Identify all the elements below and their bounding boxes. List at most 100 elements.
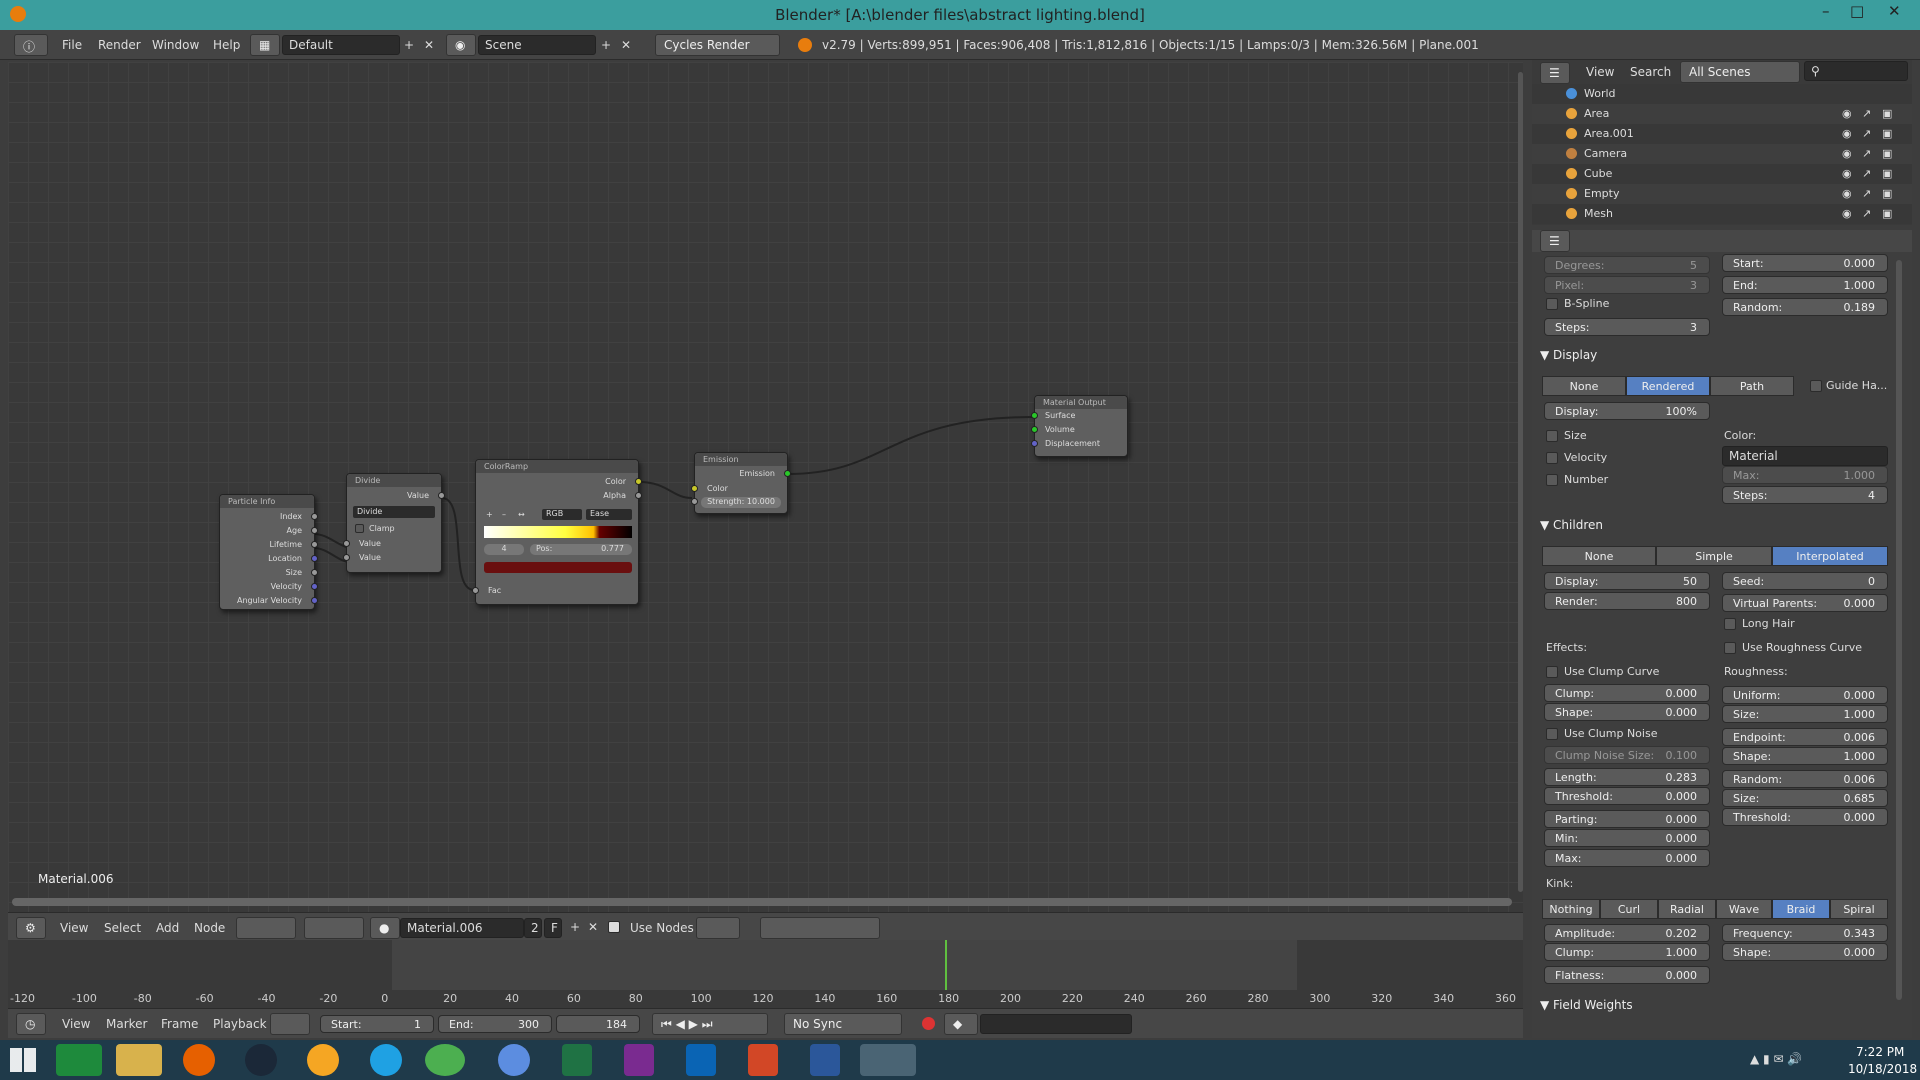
parting-min-field[interactable]: Min: 0.000 [1544,829,1710,847]
node-divide[interactable]: Divide Value Divide Clamp Value Value [343,473,445,573]
display-path-button[interactable]: Path [1710,376,1794,396]
roughness-random-size-field[interactable]: Size: 0.685 [1722,789,1888,807]
clump-noise-size-field[interactable]: Clump Noise Size: 0.100 [1544,746,1710,764]
cursor-icon[interactable]: ↗ [1862,127,1871,140]
length-field[interactable]: Length: 0.283 [1544,768,1710,786]
stop-index-field[interactable]: 4 [484,544,524,555]
store-icon[interactable] [56,1044,102,1076]
output-socket[interactable] [635,492,642,499]
size-checkbox[interactable] [1546,430,1558,442]
camera-render-icon[interactable]: ▣ [1882,187,1892,200]
input-socket[interactable] [472,587,479,594]
current-frame-field[interactable]: 184 [556,1015,640,1033]
node-material-output[interactable]: Material Output Surface Volume Displacem… [1031,395,1128,457]
cursor-icon[interactable]: ↗ [1862,207,1871,220]
menu-playback[interactable]: Playback [213,1017,267,1031]
input-socket[interactable] [691,498,698,505]
output-socket[interactable] [311,569,318,576]
flip-icon[interactable]: ↔ [518,510,525,519]
remove-layout-icon[interactable]: ✕ [424,38,434,52]
kink-nothing-button[interactable]: Nothing [1542,899,1600,919]
children-display-field[interactable]: Display: 50 [1544,572,1710,590]
menu-node[interactable]: Node [194,921,225,935]
frequency-field[interactable]: Frequency: 0.343 [1722,924,1888,942]
outliner-item[interactable]: Cube ◉ ↗ ▣ [1532,164,1912,184]
steps-field[interactable]: Steps: 3 [1544,318,1710,336]
use-clump-noise-checkbox[interactable] [1546,728,1558,740]
blender-taskbar-icon[interactable] [860,1044,916,1076]
half-life-icon[interactable] [307,1044,339,1076]
end-frame-field[interactable]: End: 300 [438,1015,552,1033]
shape-field[interactable]: Shape: 0.000 [1544,703,1710,721]
menu-frame[interactable]: Frame [161,1017,198,1031]
keying-set-select[interactable] [980,1014,1132,1034]
threshold-field[interactable]: Threshold: 0.000 [1544,787,1710,805]
eye-icon[interactable]: ◉ [1842,127,1852,140]
remove-scene-icon[interactable]: ✕ [621,38,631,52]
children-render-field[interactable]: Render: 800 [1544,592,1710,610]
onenote-icon[interactable] [624,1044,654,1076]
vertical-scrollbar[interactable] [1518,72,1523,892]
output-socket[interactable] [311,555,318,562]
add-scene-icon[interactable]: + [601,38,611,52]
add-material-icon[interactable]: + [570,920,580,934]
kink-spiral-button[interactable]: Spiral [1830,899,1888,919]
input-socket[interactable] [343,540,350,547]
velocity-checkbox[interactable] [1546,452,1558,464]
maximize-button[interactable]: □ [1850,2,1864,20]
editor-type-icon[interactable]: ⚙ [16,917,46,939]
display-percent-field[interactable]: Display: 100% [1544,402,1710,420]
kink-braid-button[interactable]: Braid [1772,899,1830,919]
roughness-size-field[interactable]: Size: 1.000 [1722,705,1888,723]
children-none-button[interactable]: None [1542,546,1656,566]
children-interpolated-button[interactable]: Interpolated [1772,546,1888,566]
editor-type-icon[interactable]: ◷ [16,1013,46,1035]
editor-type-icon[interactable]: ☰ [1540,230,1570,252]
display-steps-field[interactable]: Steps: 4 [1722,486,1888,504]
menu-view[interactable]: View [62,1017,90,1031]
minimize-button[interactable]: – [1822,2,1830,20]
timeline[interactable]: -120 -100 -80 -60 -40 -20 0 20 40 60 80 100 120 140 16… [8,940,1523,1010]
camera-render-icon[interactable]: ▣ [1882,147,1892,160]
menu-add[interactable]: Add [156,921,179,935]
kink-shape-field[interactable]: Shape: 0.000 [1722,943,1888,961]
node-editor[interactable]: Particle Info Index Age Lifetime Locatio… [8,62,1523,912]
sync-select[interactable]: No Sync [784,1013,902,1035]
menu-file[interactable]: File [62,38,82,52]
outlook-icon[interactable] [686,1044,716,1076]
max-field[interactable]: Max: 1.000 [1722,466,1888,484]
random-field[interactable]: Random: 0.189 [1722,298,1888,316]
close-button[interactable]: ✕ [1888,2,1901,20]
editor-type-icon[interactable]: ☰ [1540,62,1570,84]
output-socket[interactable] [635,478,642,485]
outliner-search-input[interactable]: ⚲ [1804,61,1908,81]
menu-help[interactable]: Help [213,38,240,52]
output-socket[interactable] [311,597,318,604]
use-roughness-curve-checkbox[interactable] [1724,642,1736,654]
display-section-title[interactable]: ▼ Display [1540,348,1597,362]
preview-range-icon[interactable] [270,1013,310,1035]
long-hair-checkbox[interactable] [1724,618,1736,630]
keying-icon[interactable]: ◆ [944,1013,978,1035]
start-field[interactable]: Start: 0.000 [1722,254,1888,272]
cursor-icon[interactable]: ↗ [1862,187,1871,200]
menu-marker[interactable]: Marker [106,1017,147,1031]
children-simple-button[interactable]: Simple [1656,546,1772,566]
virtual-parents-field[interactable]: Virtual Parents: 0.000 [1722,594,1888,612]
eye-icon[interactable]: ◉ [1842,187,1852,200]
camera-render-icon[interactable]: ▣ [1882,167,1892,180]
firefox-icon[interactable] [183,1044,215,1076]
camera-render-icon[interactable]: ▣ [1882,207,1892,220]
chrome-icon[interactable] [425,1044,465,1076]
uniform-field[interactable]: Uniform: 0.000 [1722,686,1888,704]
clock-time[interactable]: 7:22 PM [1856,1045,1904,1059]
use-nodes-checkbox[interactable] [608,921,620,933]
display-none-button[interactable]: None [1542,376,1626,396]
excel-icon[interactable] [562,1044,592,1076]
playback-controls[interactable]: ⏮ ◀ ▶ ⏭ [652,1013,768,1035]
pixel-field[interactable]: Pixel: 3 [1544,276,1710,294]
remove-stop-icon[interactable]: – [502,510,506,519]
chromium-icon[interactable] [498,1044,530,1076]
shader-mode-icons[interactable] [304,917,364,939]
kink-curl-button[interactable]: Curl [1600,899,1658,919]
